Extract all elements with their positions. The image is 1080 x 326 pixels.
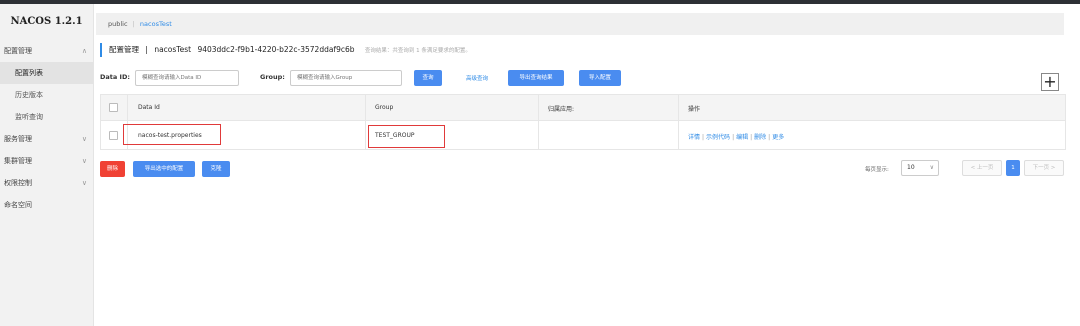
sample-code-link[interactable]: 示例代码 [706, 134, 730, 141]
sidebar-item-label: 配置列表 [15, 69, 43, 77]
page-size-value: 10 [907, 164, 915, 171]
group-label: Group: [260, 73, 285, 81]
column-divider [678, 95, 679, 149]
sidebar-item-label: 命名空间 [4, 201, 32, 209]
column-header-app: 归属应用: [548, 106, 575, 113]
breadcrumb: public | nacosTest [96, 13, 1064, 35]
chevron-down-icon: ∨ [81, 157, 87, 165]
highlight-box-group [368, 125, 445, 148]
column-divider [538, 95, 539, 149]
page-title-text: 配置管理 [109, 45, 139, 54]
column-header-actions: 操作 [688, 106, 701, 113]
group-search-input[interactable] [290, 70, 402, 86]
namespace-id: 9403ddc2-f9b1-4220-b22c-3572ddaf9c6b [197, 45, 355, 54]
sidebar-item-label: 配置管理 [4, 47, 32, 55]
title-separator: | [145, 45, 148, 54]
sidebar-item-access-control[interactable]: 权限控制 ∨ [0, 172, 93, 194]
config-table: Data Id Group 归属应用: 操作 nacos-test.proper… [100, 94, 1066, 150]
sidebar-item-history[interactable]: 历史版本 [0, 84, 93, 106]
breadcrumb-namespace-public[interactable]: public [108, 20, 128, 28]
top-bar [0, 0, 1080, 4]
sidebar-item-label: 集群管理 [4, 157, 32, 165]
import-config-button[interactable]: 导入配置 [579, 70, 621, 86]
page-size-label: 每页显示: [865, 167, 889, 173]
sidebar-item-label: 监听查询 [15, 113, 43, 121]
dataid-label: Data ID: [100, 73, 130, 81]
next-page-button[interactable]: 下一页 > [1024, 160, 1064, 176]
breadcrumb-separator: | [132, 20, 135, 28]
sidebar-item-config-management[interactable]: 配置管理 ∧ [0, 40, 93, 62]
dataid-search-input[interactable] [135, 70, 239, 86]
sidebar-item-label: 权限控制 [4, 179, 32, 187]
chevron-up-icon: ∧ [81, 47, 87, 55]
page-title: 配置管理 | nacosTest 9403ddc2-f9b1-4220-b22c… [100, 43, 471, 57]
chevron-down-icon: ∨ [81, 179, 87, 187]
action-separator: | [702, 134, 705, 141]
edit-link[interactable]: 编辑 [736, 134, 748, 141]
query-result-hint: 查询结果：共查询到 1 条满足要求的配置。 [364, 48, 471, 54]
table-header [101, 95, 1065, 121]
export-query-result-button[interactable]: 导出查询结果 [508, 70, 564, 86]
row-checkbox[interactable] [109, 131, 118, 140]
page-size-select[interactable]: 10 ∨ [901, 160, 939, 176]
add-config-icon[interactable]: + [1041, 73, 1059, 91]
action-separator: | [750, 134, 753, 141]
action-separator: | [732, 134, 735, 141]
sidebar: NACOS 1.2.1 配置管理 ∧ 配置列表 历史版本 监听查询 服务管理 ∨… [0, 4, 94, 326]
clone-button[interactable]: 克隆 [202, 161, 230, 177]
sidebar-item-cluster-management[interactable]: 集群管理 ∨ [0, 150, 93, 172]
app-logo: NACOS 1.2.1 [10, 16, 83, 27]
chevron-down-icon: ∨ [81, 135, 87, 143]
prev-page-button[interactable]: < 上一页 [962, 160, 1002, 176]
sidebar-item-listener-query[interactable]: 监听查询 [0, 106, 93, 128]
delete-link[interactable]: 删除 [754, 134, 766, 141]
query-button[interactable]: 查询 [414, 70, 442, 86]
sidebar-item-label: 历史版本 [15, 91, 43, 99]
detail-link[interactable]: 详情 [688, 134, 700, 141]
action-separator: | [768, 134, 771, 141]
breadcrumb-namespace-current[interactable]: nacosTest [140, 20, 172, 28]
sidebar-item-label: 服务管理 [4, 135, 32, 143]
sidebar-item-config-list[interactable]: 配置列表 [0, 62, 93, 84]
namespace-name: nacosTest [154, 45, 192, 54]
select-all-checkbox[interactable] [109, 103, 118, 112]
column-header-data-id: Data Id [138, 104, 160, 111]
sidebar-item-namespace[interactable]: 命名空间 [0, 194, 93, 216]
chevron-down-icon: ∨ [929, 164, 934, 171]
sidebar-item-service-management[interactable]: 服务管理 ∨ [0, 128, 93, 150]
export-selected-button[interactable]: 导出选中的配置 [133, 161, 195, 177]
highlight-box-data-id [123, 124, 221, 145]
row-actions: 详情 | 示例代码 | 编辑 | 删除 | 更多 [688, 132, 784, 141]
column-header-group: Group [375, 104, 394, 111]
column-divider [365, 95, 366, 149]
more-link[interactable]: 更多 [772, 134, 784, 141]
page-1-button[interactable]: 1 [1006, 160, 1020, 176]
advanced-query-link[interactable]: 高级查询 [466, 74, 488, 82]
batch-delete-button[interactable]: 删除 [100, 161, 125, 177]
